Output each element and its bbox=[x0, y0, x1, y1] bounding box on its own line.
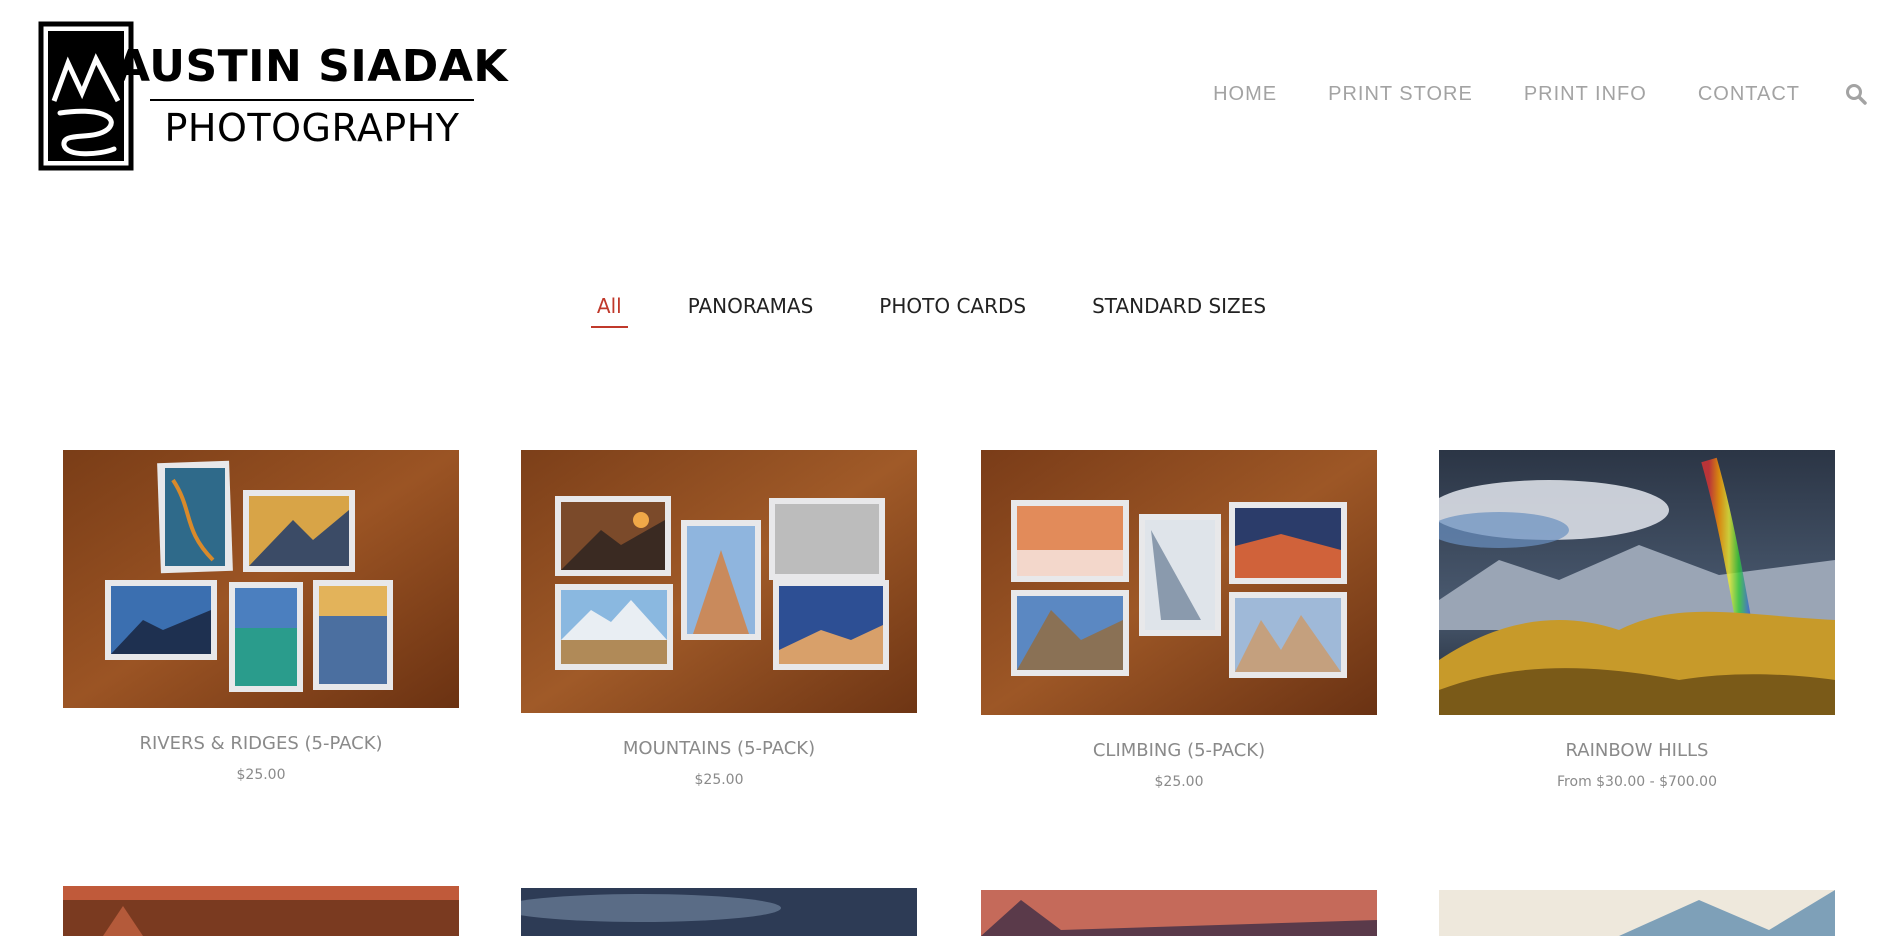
product-image[interactable] bbox=[981, 450, 1377, 715]
product-image[interactable] bbox=[981, 890, 1377, 936]
main-nav: HOME PRINT STORE PRINT INFO CONTACT bbox=[1213, 82, 1868, 106]
nav-home[interactable]: HOME bbox=[1213, 83, 1277, 106]
product-card-climbing[interactable]: CLIMBING (5-PACK) $25.00 bbox=[981, 450, 1377, 790]
product-card-partial[interactable] bbox=[521, 888, 917, 936]
product-price: From $30.00 - $700.00 bbox=[1557, 774, 1717, 790]
product-price: $25.00 bbox=[1154, 774, 1204, 790]
filter-panoramas[interactable]: PANORAMAS bbox=[682, 294, 820, 328]
product-card-rivers-ridges[interactable]: RIVERS & RIDGES (5-PACK) $25.00 bbox=[63, 450, 459, 790]
filter-standard-sizes[interactable]: STANDARD SIZES bbox=[1086, 294, 1272, 328]
brand-name: AUSTIN SIADAK bbox=[116, 41, 508, 92]
product-title[interactable]: RAINBOW HILLS bbox=[1439, 740, 1835, 761]
product-price: $25.00 bbox=[694, 772, 744, 788]
product-title[interactable]: CLIMBING (5-PACK) bbox=[981, 740, 1377, 761]
nav-print-store[interactable]: PRINT STORE bbox=[1328, 83, 1473, 106]
product-title[interactable]: MOUNTAINS (5-PACK) bbox=[521, 738, 917, 759]
product-image[interactable] bbox=[1439, 450, 1835, 715]
brand-logo[interactable]: AUSTIN SIADAK PHOTOGRAPHY bbox=[38, 20, 507, 172]
nav-contact[interactable]: CONTACT bbox=[1698, 83, 1800, 106]
product-card-partial[interactable] bbox=[981, 890, 1377, 936]
brand-subtitle: PHOTOGRAPHY bbox=[164, 106, 460, 150]
site-header: AUSTIN SIADAK PHOTOGRAPHY HOME PRINT STO… bbox=[0, 0, 1890, 200]
product-image[interactable] bbox=[63, 450, 459, 708]
logo-text: AUSTIN SIADAK PHOTOGRAPHY bbox=[116, 45, 507, 150]
product-image[interactable] bbox=[521, 450, 917, 713]
product-price: $25.00 bbox=[236, 767, 286, 783]
search-icon[interactable] bbox=[1844, 82, 1868, 106]
filter-all[interactable]: All bbox=[590, 294, 628, 328]
nav-print-info[interactable]: PRINT INFO bbox=[1524, 83, 1647, 106]
product-image[interactable] bbox=[63, 886, 459, 936]
filter-photo-cards[interactable]: PHOTO CARDS bbox=[873, 294, 1032, 328]
logo-divider bbox=[150, 99, 474, 101]
category-filters: All PANORAMAS PHOTO CARDS STANDARD SIZES bbox=[0, 294, 1890, 328]
product-card-partial[interactable] bbox=[1439, 890, 1835, 936]
product-card-rainbow-hills[interactable]: RAINBOW HILLS From $30.00 - $700.00 bbox=[1439, 450, 1835, 790]
product-image[interactable] bbox=[521, 888, 917, 936]
product-card-mountains[interactable]: MOUNTAINS (5-PACK) $25.00 bbox=[521, 450, 917, 790]
product-title[interactable]: RIVERS & RIDGES (5-PACK) bbox=[63, 733, 459, 754]
product-image[interactable] bbox=[1439, 890, 1835, 936]
product-card-partial[interactable] bbox=[63, 886, 459, 936]
